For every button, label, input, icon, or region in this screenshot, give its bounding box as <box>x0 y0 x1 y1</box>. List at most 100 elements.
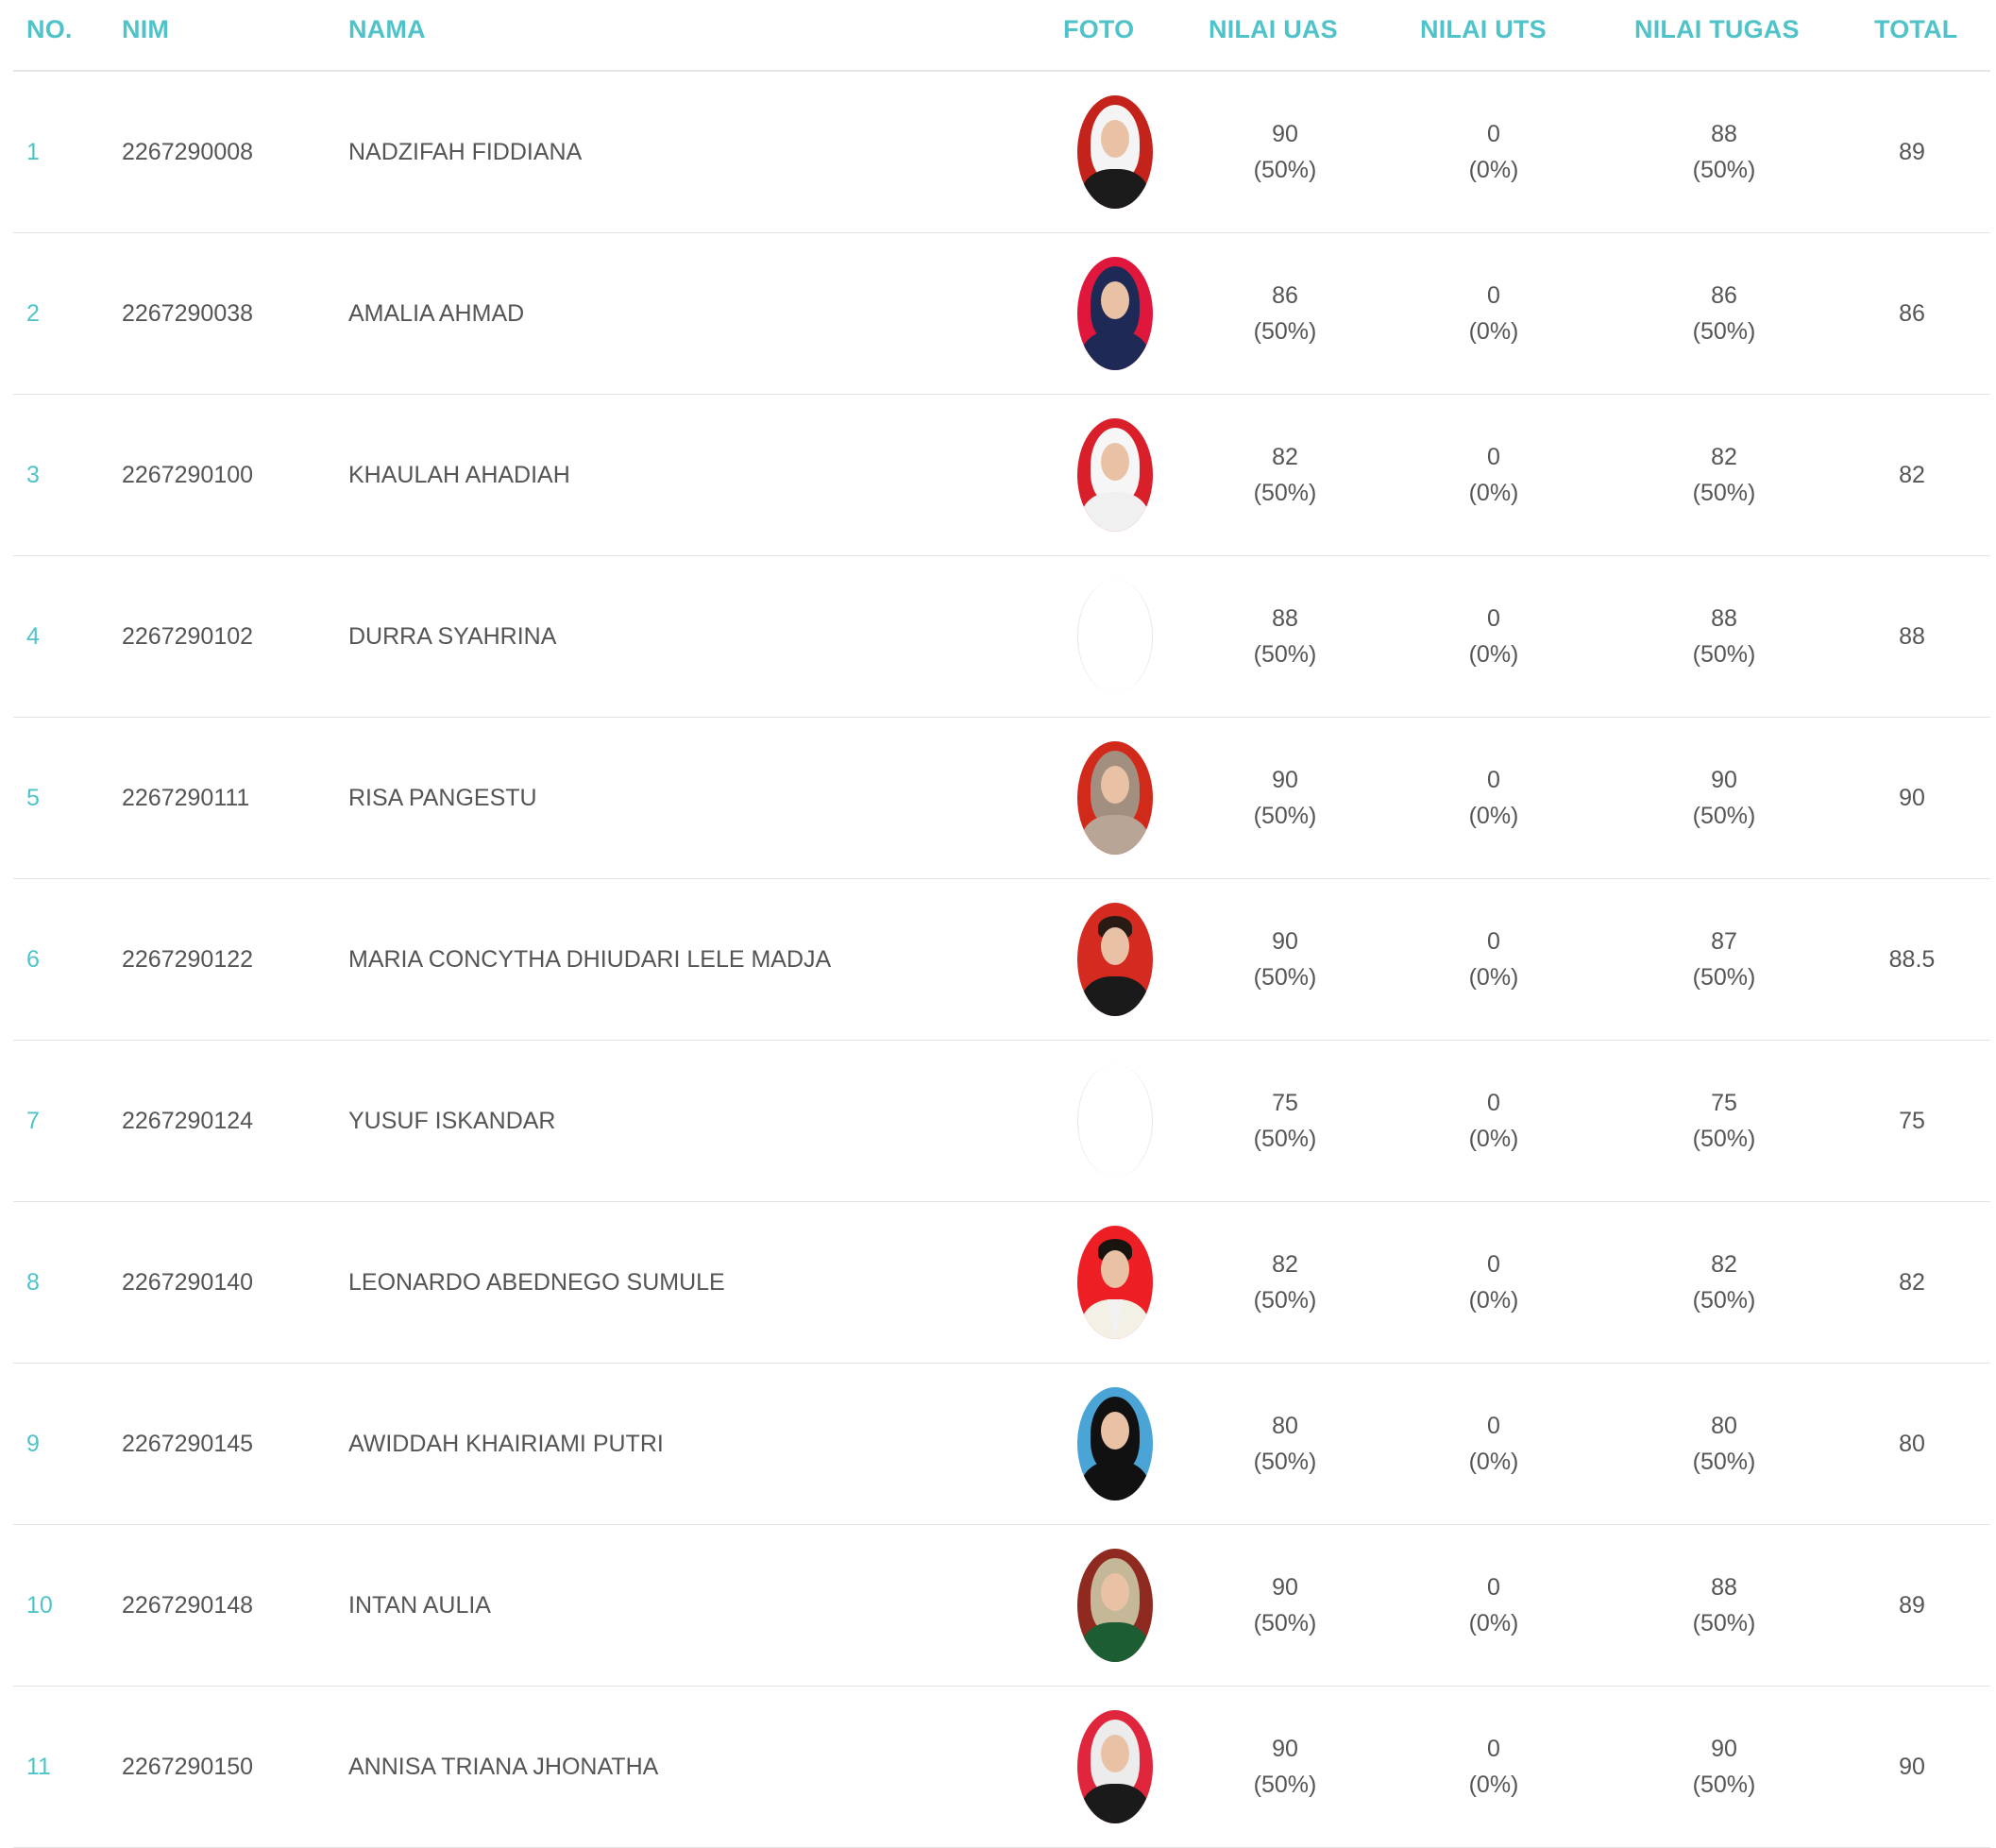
row-name: LEONARDO ABEDNEGO SUMULE <box>348 1268 725 1296</box>
tugas-score: 88 <box>1711 605 1737 632</box>
row-name: DURRA SYAHRINA <box>348 622 557 650</box>
row-nilai-uts: 0 (0%) <box>1417 1525 1570 1686</box>
row-number: 3 <box>26 461 40 488</box>
row-nilai-uts: 0 (0%) <box>1417 233 1570 394</box>
row-nilai-uas: 88 (50%) <box>1209 556 1362 717</box>
student-photo <box>1077 741 1153 855</box>
row-photo-cell <box>1075 556 1155 717</box>
row-name: RISA PANGESTU <box>348 784 537 811</box>
row-photo-cell <box>1075 233 1155 394</box>
uts-weight: (0%) <box>1468 1287 1519 1314</box>
uts-score: 0 <box>1487 1413 1500 1439</box>
tugas-score: 87 <box>1711 928 1737 955</box>
row-photo-cell <box>1075 395 1155 555</box>
header-nilai-uas: NILAI UAS <box>1209 15 1338 43</box>
uts-score: 0 <box>1487 1574 1500 1601</box>
uts-score: 0 <box>1487 121 1500 147</box>
uas-score: 82 <box>1272 1251 1298 1278</box>
row-nilai-uas: 80 (50%) <box>1209 1364 1362 1524</box>
tugas-weight: (50%) <box>1692 803 1756 829</box>
row-nilai-uts: 0 (0%) <box>1417 718 1570 878</box>
uas-weight: (50%) <box>1253 1449 1317 1475</box>
row-total: 80 <box>1899 1430 1925 1457</box>
row-name: YUSUF ISKANDAR <box>348 1107 556 1134</box>
row-photo-cell <box>1075 1364 1155 1524</box>
row-nilai-uts: 0 (0%) <box>1417 1202 1570 1363</box>
row-total: 82 <box>1899 1268 1925 1296</box>
tugas-score: 90 <box>1711 767 1737 793</box>
uas-weight: (50%) <box>1253 803 1317 829</box>
uas-weight: (50%) <box>1253 964 1317 991</box>
uas-weight: (50%) <box>1253 1772 1317 1798</box>
uts-weight: (0%) <box>1468 1126 1519 1152</box>
row-name: ANNISA TRIANA JHONATHA <box>348 1753 659 1780</box>
tugas-score: 88 <box>1711 121 1737 147</box>
uas-score: 90 <box>1272 1736 1298 1762</box>
row-nim: 2267290150 <box>122 1753 254 1780</box>
row-nim: 2267290122 <box>122 945 254 973</box>
row-nilai-uts: 0 (0%) <box>1417 1687 1570 1847</box>
tugas-weight: (50%) <box>1692 1126 1756 1152</box>
student-photo <box>1077 418 1153 532</box>
row-nilai-uas: 86 (50%) <box>1209 233 1362 394</box>
tugas-weight: (50%) <box>1692 1772 1756 1798</box>
student-photo <box>1077 257 1153 370</box>
tugas-weight: (50%) <box>1692 480 1756 506</box>
uts-score: 0 <box>1487 928 1500 955</box>
uts-weight: (0%) <box>1468 964 1519 991</box>
row-photo-cell <box>1075 1525 1155 1686</box>
uas-score: 82 <box>1272 444 1298 470</box>
row-name: MARIA CONCYTHA DHIUDARI LELE MADJA <box>348 945 832 973</box>
row-nilai-uas: 90 (50%) <box>1209 1687 1362 1847</box>
tugas-weight: (50%) <box>1692 641 1756 668</box>
tugas-weight: (50%) <box>1692 1610 1756 1636</box>
table-row: 3 2267290100 KHAULAH AHADIAH 82 (50%) 0 … <box>13 395 1990 556</box>
table-row: 2 2267290038 AMALIA AHMAD 86 (50%) 0 (0%… <box>13 233 1990 395</box>
header-foto: FOTO <box>1063 15 1135 43</box>
row-nim: 2267290100 <box>122 461 254 488</box>
tugas-score: 90 <box>1711 1736 1737 1762</box>
row-number: 1 <box>26 138 40 165</box>
row-nilai-tugas: 75 (50%) <box>1648 1041 1801 1201</box>
tugas-score: 82 <box>1711 1251 1737 1278</box>
uas-score: 80 <box>1272 1413 1298 1439</box>
row-nilai-uas: 82 (50%) <box>1209 1202 1362 1363</box>
student-photo <box>1077 1710 1153 1823</box>
table-row: 10 2267290148 INTAN AULIA 90 (50%) 0 (0%… <box>13 1525 1990 1687</box>
empty-photo-placeholder <box>1077 580 1153 693</box>
row-total: 88.5 <box>1888 945 1936 973</box>
row-total: 90 <box>1899 1753 1925 1780</box>
header-nim: NIM <box>122 15 170 43</box>
table-header: NO. NIM NAMA FOTO NILAI UAS NILAI UTS NI… <box>13 0 1990 72</box>
row-nilai-tugas: 90 (50%) <box>1648 1687 1801 1847</box>
row-name: KHAULAH AHADIAH <box>348 461 570 488</box>
row-total: 89 <box>1899 138 1925 165</box>
row-nim: 2267290124 <box>122 1107 254 1134</box>
tugas-score: 82 <box>1711 444 1737 470</box>
tugas-weight: (50%) <box>1692 318 1756 345</box>
row-nim: 2267290148 <box>122 1591 254 1619</box>
uas-weight: (50%) <box>1253 1287 1317 1314</box>
uas-weight: (50%) <box>1253 1126 1317 1152</box>
row-nilai-uts: 0 (0%) <box>1417 72 1570 232</box>
row-photo-cell <box>1075 879 1155 1040</box>
table-row: 1 2267290008 NADZIFAH FIDDIANA 90 (50%) … <box>13 72 1990 233</box>
row-nim: 2267290140 <box>122 1268 254 1296</box>
uas-score: 75 <box>1272 1090 1298 1116</box>
header-total: TOTAL <box>1874 15 1958 43</box>
row-nilai-tugas: 90 (50%) <box>1648 718 1801 878</box>
tugas-weight: (50%) <box>1692 1287 1756 1314</box>
row-nilai-uas: 75 (50%) <box>1209 1041 1362 1201</box>
uts-weight: (0%) <box>1468 480 1519 506</box>
row-total: 88 <box>1899 622 1925 650</box>
row-nilai-tugas: 86 (50%) <box>1648 233 1801 394</box>
row-nilai-uas: 90 (50%) <box>1209 879 1362 1040</box>
uts-weight: (0%) <box>1468 318 1519 345</box>
row-nim: 2267290038 <box>122 299 254 327</box>
row-nilai-tugas: 88 (50%) <box>1648 72 1801 232</box>
student-photo <box>1077 95 1153 209</box>
uas-weight: (50%) <box>1253 480 1317 506</box>
tugas-weight: (50%) <box>1692 157 1756 183</box>
tugas-score: 75 <box>1711 1090 1737 1116</box>
row-nim: 2267290008 <box>122 138 254 165</box>
